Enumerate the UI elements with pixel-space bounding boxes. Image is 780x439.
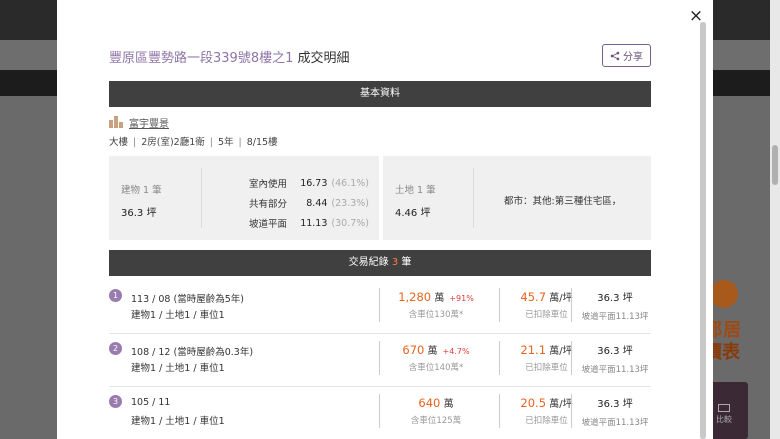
record-number: 3	[109, 395, 122, 408]
compare-icon	[718, 404, 730, 412]
price-note: 含車位140萬*	[408, 363, 464, 373]
record-date: 105 / 11	[131, 397, 171, 408]
transactions-title: 交易紀錄	[348, 257, 389, 268]
page-title: 豐原區豐勢路一段339號8樓之1 成交明細	[109, 47, 350, 66]
building-summary: 建物 1 筆 36.3 坪	[121, 182, 162, 219]
total-price: 670 萬 +4.7% 含車位140萬*	[381, 342, 491, 373]
area-breakdown: 室內使用 16.73 (46.1%) 共有部分 8.44 (23.3%) 坡道平…	[249, 173, 369, 233]
spec-type: 大樓	[109, 137, 129, 148]
area-key: 共有部分	[249, 199, 288, 210]
land-area: 4.46 坪	[395, 208, 431, 219]
total-price: 1,280 萬 +91% 含車位130萬*	[381, 289, 491, 320]
price-change: +4.7%	[442, 347, 470, 356]
share-icon	[610, 51, 620, 60]
divider	[379, 156, 383, 240]
area-value: 16.73	[300, 177, 328, 189]
share-button[interactable]: 分享	[602, 44, 651, 67]
promo-orb-icon	[710, 280, 738, 308]
divider	[379, 394, 380, 428]
area-note: 坡道平面11.13坪	[581, 418, 649, 428]
record-composition: 建物1 / 土地1 / 車位1	[131, 363, 225, 374]
price-note: 含車位125萬	[410, 416, 462, 426]
total-price: 640 萬 含車位125萬	[381, 395, 491, 426]
page-scrollbar[interactable]	[770, 0, 780, 439]
transactions-count: 3	[391, 257, 399, 268]
area-value: 11.13	[300, 217, 328, 229]
title-suffix: 成交明細	[297, 51, 350, 66]
divider	[499, 288, 500, 322]
record-area: 36.3 坪 坡道平面11.13坪	[571, 395, 659, 428]
transactions-title-suffix: 筆	[401, 257, 412, 268]
building-label: 建物 1 筆	[121, 185, 162, 196]
page-scrollbar-thumb[interactable]	[772, 145, 778, 185]
building-icon	[109, 116, 123, 128]
compare-label: 比較	[716, 415, 732, 424]
area-pct: (46.1%)	[331, 177, 369, 189]
area-row: 坡道平面 11.13 (30.7%)	[249, 213, 369, 233]
area-note: 坡道平面11.13坪	[581, 365, 649, 375]
area-value: 8.44	[306, 197, 328, 209]
modal-scrollbar[interactable]	[700, 22, 706, 439]
record-date: 113 / 08 (當時屋齡為5年)	[131, 294, 244, 305]
share-label: 分享	[623, 52, 643, 63]
area-key: 坡道平面	[249, 219, 288, 230]
spec-age: 5年	[217, 137, 234, 148]
divider	[201, 168, 202, 228]
transaction-row[interactable]: 3 105 / 11 建物1 / 土地1 / 車位1 640 萬 含車位125萬…	[109, 388, 651, 439]
divider	[499, 341, 500, 375]
divider	[473, 168, 474, 228]
community-link[interactable]: 富宇豐景	[109, 115, 169, 130]
area-row: 共有部分 8.44 (23.3%)	[249, 193, 369, 213]
property-address: 豐原區豐勢路一段339號8樓之1	[109, 51, 294, 66]
transaction-row[interactable]: 2 108 / 12 (當時屋齡為0.3年) 建物1 / 土地1 / 車位1 6…	[109, 335, 651, 387]
basic-info-header: 基本資料	[109, 81, 651, 107]
area-row: 室內使用 16.73 (46.1%)	[249, 173, 369, 193]
divider	[379, 288, 380, 322]
land-summary: 土地 1 筆 4.46 坪	[395, 182, 436, 219]
record-number: 2	[109, 342, 122, 355]
record-area: 36.3 坪 坡道平面11.13坪	[571, 342, 659, 375]
transactions-header: 交易紀錄 3 筆	[109, 250, 651, 276]
area-pct: (23.3%)	[331, 197, 369, 209]
area-key: 室內使用	[249, 179, 288, 190]
record-number: 1	[109, 289, 122, 302]
transaction-row[interactable]: 1 113 / 08 (當時屋齡為5年) 建物1 / 土地1 / 車位1 1,2…	[109, 282, 651, 334]
transaction-detail-modal: × 豐原區豐勢路一段339號8樓之1 成交明細 分享 基本資料 富宇豐景 大樓 |…	[57, 0, 713, 439]
area-pct: (30.7%)	[331, 217, 369, 229]
divider	[379, 341, 380, 375]
zoning-text: 都市：其他:第三種住宅區，	[504, 196, 622, 207]
property-specs: 大樓 | 2房(室)2廳1衛 | 5年 | 8/15樓	[109, 137, 278, 148]
modal-scrollbar-thumb[interactable]	[700, 22, 706, 439]
area-note: 坡道平面11.13坪	[581, 312, 649, 322]
record-composition: 建物1 / 土地1 / 車位1	[131, 310, 225, 321]
record-date: 108 / 12 (當時屋齡為0.3年)	[131, 347, 254, 358]
record-composition: 建物1 / 土地1 / 車位1	[131, 416, 225, 427]
land-label: 土地 1 筆	[395, 185, 436, 196]
building-area: 36.3 坪	[121, 208, 157, 219]
price-change: +91%	[449, 294, 474, 303]
record-area: 36.3 坪 坡道平面11.13坪	[571, 289, 659, 322]
spec-layout: 2房(室)2廳1衛	[141, 137, 205, 148]
info-box: 建物 1 筆 36.3 坪 室內使用 16.73 (46.1%) 共有部分 8.…	[109, 156, 651, 240]
community-name[interactable]: 富宇豐景	[129, 115, 169, 130]
spec-floor: 8/15樓	[246, 137, 278, 148]
price-note: 含車位130萬*	[408, 310, 464, 320]
divider	[499, 394, 500, 428]
